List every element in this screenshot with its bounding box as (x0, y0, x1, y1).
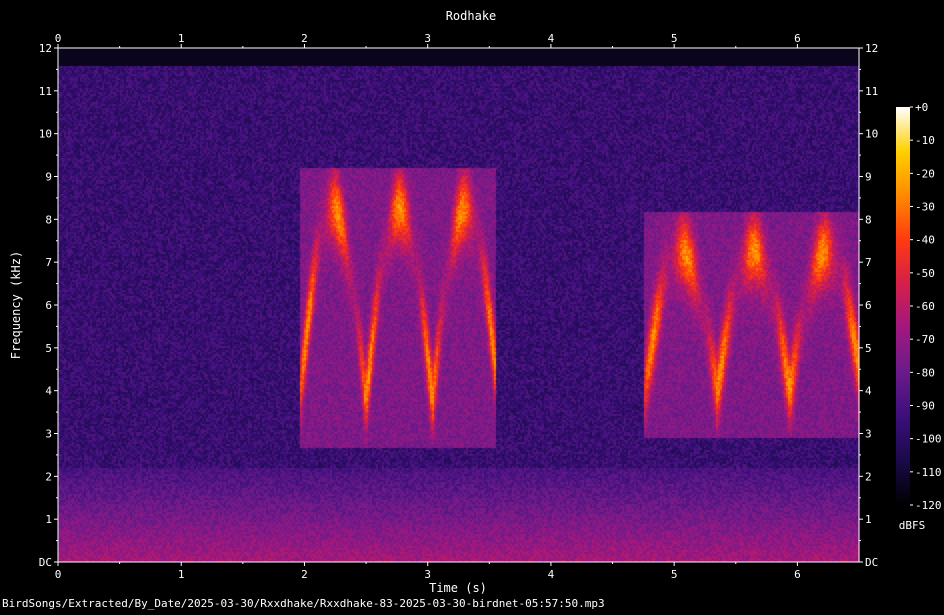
y-tick-label-left: 12 (39, 42, 52, 55)
y-tick-label-right: 12 (865, 42, 878, 55)
colorbar-tick-label: -30 (915, 201, 935, 214)
y-tick-label-left: 11 (39, 85, 52, 98)
x-tick-label-top: 3 (424, 32, 431, 45)
colorbar-tick-label: -120 (915, 499, 942, 512)
y-tick-label-right: DC (865, 556, 878, 569)
spectrogram-figure: Rodhake 0 0 1 1 2 2 3 3 4 4 5 5 6 6 DC DC 1 1 2 2 3 3 4 4 5 5 6 6 7 7… (0, 0, 944, 611)
colorbar-ticks: +0 -10 -20 -30 -40 -50 -60 -70 -80 -90 -100 -110 -12… (910, 101, 942, 512)
colorbar-label: dBFS (899, 519, 926, 532)
x-tick-label-bottom: 0 (55, 568, 62, 581)
y-tick-label-right: 9 (865, 171, 872, 184)
colorbar-tick-label: -80 (915, 366, 935, 379)
x-tick-label-bottom: 5 (671, 568, 678, 581)
x-tick-label-top: 5 (671, 32, 678, 45)
y-tick-label-right: 2 (865, 470, 872, 483)
x-tick-label-top: 2 (301, 32, 308, 45)
y-tick-label-left: 1 (45, 513, 52, 526)
colorbar-tick-label: -90 (915, 400, 935, 413)
x-tick-label-bottom: 6 (794, 568, 801, 581)
spectrogram-svg: Rodhake 00112233445566DC DC1 12 23 34 45 56 67 7… (2, 9, 942, 610)
y-tick-label-right: 11 (865, 85, 878, 98)
y-axis-label: Frequency (kHz) (9, 251, 23, 359)
y-tick-label-left: 9 (45, 171, 52, 184)
y-tick-label-left: DC (39, 556, 52, 569)
y-tick-label-right: 4 (865, 385, 872, 398)
colorbar-tick-label: +0 (915, 101, 928, 114)
colorbar-tick-label: -50 (915, 267, 935, 280)
y-tick-label-right: 8 (865, 213, 872, 226)
y-tick-label-left: 6 (45, 299, 52, 312)
chart-title: Rodhake (446, 9, 497, 23)
x-axis-label: Time (s) (429, 581, 487, 595)
colorbar-tick-label: -70 (915, 333, 935, 346)
y-tick-label-right: 6 (865, 299, 872, 312)
x-tick-label-bottom: 2 (301, 568, 308, 581)
colorbar-tick-label: -100 (915, 433, 942, 446)
colorbar-tick-label: -40 (915, 234, 935, 247)
y-tick-label-right: 7 (865, 256, 872, 269)
x-tick-label-bottom: 3 (424, 568, 431, 581)
x-tick-label-top: 0 (55, 32, 62, 45)
y-tick-label-left: 7 (45, 256, 52, 269)
colorbar-tick-label: -10 (915, 134, 935, 147)
y-tick-label-left: 8 (45, 213, 52, 226)
y-tick-label-left: 2 (45, 470, 52, 483)
x-tick-label-top: 6 (794, 32, 801, 45)
colorbar-tick-label: -110 (915, 466, 942, 479)
file-path-footer: BirdSongs/Extracted/By_Date/2025-03-30/R… (2, 597, 605, 610)
spectrogram-image (58, 48, 859, 562)
y-tick-label-right: 1 (865, 513, 872, 526)
colorbar: +0 -10 -20 -30 -40 -50 -60 -70 -80 -90 -100 -110 -12… (896, 101, 942, 532)
y-tick-label-right: 10 (865, 128, 878, 141)
colorbar-gradient (896, 107, 910, 505)
y-tick-label-right: 3 (865, 428, 872, 441)
y-tick-label-left: 3 (45, 428, 52, 441)
x-tick-label-bottom: 1 (178, 568, 185, 581)
x-tick-label-top: 4 (548, 32, 555, 45)
colorbar-tick-label: -20 (915, 167, 935, 180)
colorbar-tick-label: -60 (915, 300, 935, 313)
y-tick-label-left: 4 (45, 385, 52, 398)
plot-area (58, 48, 859, 562)
y-tick-label-left: 10 (39, 128, 52, 141)
y-tick-label-right: 5 (865, 342, 872, 355)
x-tick-label-bottom: 4 (548, 568, 555, 581)
x-tick-label-top: 1 (178, 32, 185, 45)
y-tick-label-left: 5 (45, 342, 52, 355)
